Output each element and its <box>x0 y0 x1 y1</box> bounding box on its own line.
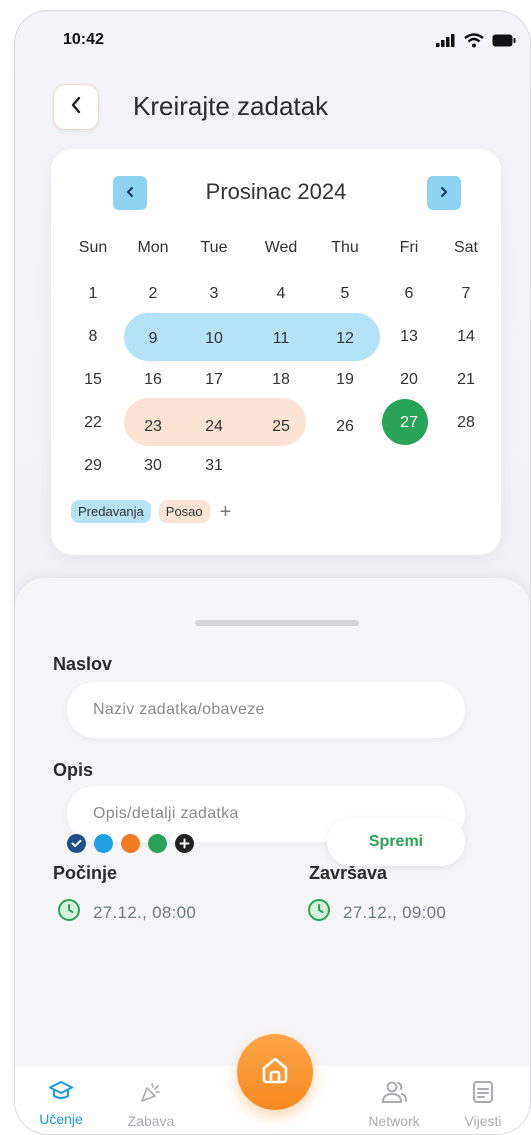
weekday-label: Wed <box>264 239 298 256</box>
calendar-day[interactable]: 28 <box>442 411 490 435</box>
clock-icon <box>57 898 81 927</box>
users-icon <box>380 1080 408 1109</box>
nav-label: Vijesti <box>464 1113 502 1129</box>
nav-item-network[interactable]: Network <box>354 1080 434 1129</box>
party-popper-icon <box>139 1080 163 1109</box>
calendar-day[interactable]: 11 <box>257 327 305 351</box>
title-input[interactable] <box>67 682 465 738</box>
calendar-day[interactable]: 30 <box>129 454 177 478</box>
weekday-label: Sat <box>453 239 478 256</box>
start-time-picker[interactable]: 27.12., 08:00 <box>57 898 196 927</box>
calendar-day[interactable]: 2 <box>129 282 177 306</box>
home-button[interactable] <box>237 1034 313 1110</box>
calendar-day[interactable]: 3 <box>190 282 238 306</box>
weekday-label: Tue <box>200 239 228 256</box>
calendar-day[interactable]: 24 <box>190 415 238 439</box>
color-swatch-navy-selected[interactable] <box>67 834 86 853</box>
phone-screen: 10:42 Kreirajte zadatak Prosinac 2024 Su… <box>14 10 531 1135</box>
wifi-icon <box>464 33 484 53</box>
back-button[interactable] <box>53 84 99 130</box>
page-title: Kreirajte zadatak <box>133 91 329 121</box>
calendar-day[interactable]: 23 <box>129 415 177 439</box>
status-time: 10:42 <box>63 31 104 48</box>
calendar-day[interactable]: 6 <box>385 282 433 306</box>
calendar-day[interactable]: 7 <box>442 282 490 306</box>
title-label: Naslov <box>53 654 113 674</box>
calendar-day[interactable]: 13 <box>385 325 433 349</box>
battery-icon <box>492 34 516 52</box>
add-color-button[interactable] <box>175 834 194 853</box>
calendar-day[interactable]: 29 <box>69 454 117 478</box>
calendar-day[interactable]: 26 <box>321 415 369 439</box>
chevron-right-icon <box>440 184 448 202</box>
category-legend: Predavanja Posao + <box>71 500 231 523</box>
color-swatch-orange[interactable] <box>121 834 140 853</box>
home-icon <box>258 1053 292 1092</box>
calendar-day[interactable]: 15 <box>69 368 117 392</box>
tag-posao[interactable]: Posao <box>158 500 210 523</box>
add-tag-button[interactable]: + <box>220 502 232 522</box>
calendar-day[interactable]: 31 <box>190 454 238 478</box>
calendar-day[interactable]: 18 <box>257 368 305 392</box>
calendar-day[interactable]: 16 <box>129 368 177 392</box>
graduation-cap-icon <box>48 1080 74 1107</box>
news-icon <box>472 1080 494 1109</box>
nav-item-ucenje[interactable]: Učenje <box>21 1080 101 1127</box>
sheet-grabber[interactable] <box>195 620 359 626</box>
color-swatch-blue[interactable] <box>94 834 113 853</box>
clock-icon <box>307 898 331 927</box>
end-time-picker[interactable]: 27.12., 09:00 <box>307 898 446 927</box>
calendar-day[interactable]: 1 <box>69 282 117 306</box>
start-label: Počinje <box>53 863 118 883</box>
nav-item-zabava[interactable]: Zabava <box>111 1080 191 1129</box>
calendar-day[interactable]: 5 <box>321 282 369 306</box>
calendar-day[interactable]: 8 <box>69 325 117 349</box>
status-icons <box>436 33 516 53</box>
calendar-day[interactable]: 9 <box>129 327 177 351</box>
start-time-value: 27.12., 08:00 <box>93 902 197 922</box>
end-label: Završava <box>309 863 388 883</box>
calendar-card: Prosinac 2024 Sun Mon Tue Wed Thu Fri Sat 1234… <box>51 149 501 555</box>
nav-label: Učenje <box>39 1111 83 1127</box>
nav-label: Zabava <box>127 1113 175 1129</box>
signal-icon <box>436 34 456 52</box>
weekday-label: Fri <box>399 239 419 256</box>
calendar-day[interactable]: 22 <box>69 411 117 435</box>
weekday-label: Thu <box>331 239 359 256</box>
status-bar: 10:42 <box>15 11 530 55</box>
next-month-button[interactable] <box>427 176 461 210</box>
end-time-value: 27.12., 09:00 <box>343 902 447 922</box>
calendar-day-selected[interactable]: 27 <box>385 411 433 435</box>
tag-predavanja[interactable]: Predavanja <box>71 500 151 523</box>
calendar-day[interactable]: 21 <box>442 368 490 392</box>
weekday-label: Mon <box>137 239 169 256</box>
calendar-day[interactable]: 17 <box>190 368 238 392</box>
calendar-day[interactable]: 19 <box>321 368 369 392</box>
description-label: Opis <box>53 760 94 780</box>
nav-item-vijesti[interactable]: Vijesti <box>443 1080 523 1129</box>
color-swatch-green[interactable] <box>148 834 167 853</box>
save-button[interactable]: Spremi <box>327 818 465 866</box>
calendar-day[interactable]: 25 <box>257 415 305 439</box>
weekday-label: Sun <box>78 239 108 256</box>
nav-label: Network <box>368 1113 420 1129</box>
calendar-day[interactable]: 4 <box>257 282 305 306</box>
calendar-day[interactable]: 12 <box>321 327 369 351</box>
calendar-day[interactable]: 14 <box>442 325 490 349</box>
calendar-day[interactable]: 10 <box>190 327 238 351</box>
color-picker <box>67 834 194 853</box>
chevron-left-icon <box>70 96 82 119</box>
calendar-day[interactable]: 20 <box>385 368 433 392</box>
